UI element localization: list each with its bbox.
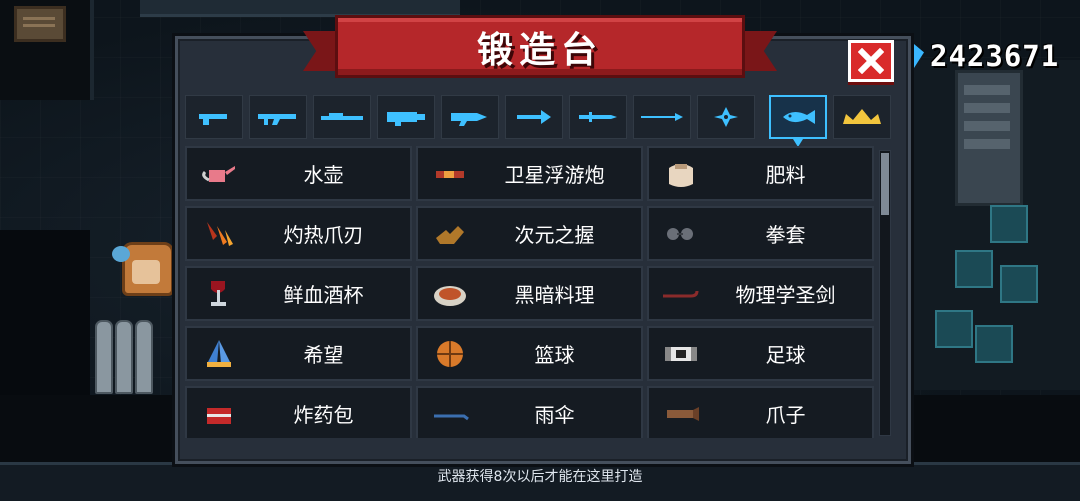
wall-painting — [14, 6, 66, 42]
list-item[interactable]: 希望 — [185, 326, 412, 381]
umbrella-icon — [434, 414, 469, 421]
cannon-icon — [387, 112, 425, 126]
list-item[interactable]: 黑暗料理 — [416, 266, 643, 321]
coin-value: 2423671 — [930, 39, 1060, 73]
title-banner: 锻造台 — [303, 15, 777, 78]
fish-icon — [783, 110, 815, 124]
tab-fish[interactable] — [769, 95, 827, 147]
list-item[interactable]: 次元之握 — [416, 206, 643, 261]
background-crate — [975, 325, 1013, 363]
claw-icon — [667, 407, 699, 421]
gas-tanks — [95, 300, 165, 394]
list-item[interactable]: 拳套 — [647, 206, 874, 261]
praying-hands-icon — [207, 340, 231, 367]
close-button[interactable] — [848, 40, 894, 82]
list-item[interactable]: 爪子 — [647, 386, 874, 438]
basketball-icon — [437, 341, 463, 367]
tab-blaster[interactable] — [441, 95, 499, 139]
scrollbar-thumb[interactable] — [881, 153, 889, 215]
blade-icon — [579, 112, 617, 122]
background-crate — [935, 310, 973, 348]
list-item[interactable]: 炸药包 — [185, 386, 412, 438]
list-item[interactable]: 水壶 — [185, 146, 412, 201]
grip-hand-icon — [436, 226, 464, 244]
list-item[interactable]: 足球 — [647, 326, 874, 381]
list-item[interactable]: 雨伞 — [416, 386, 643, 438]
weapon-list: 水壶 卫星浮游炮 肥料 灼热爪刃 次元之握 拳套 鲜血酒杯 黑暗料理 物理学圣剑… — [185, 146, 875, 438]
tab-shuriken[interactable] — [697, 95, 755, 139]
tab-pistol[interactable] — [185, 95, 243, 139]
satellite-cannon-icon — [436, 171, 464, 178]
list-item[interactable]: 肥料 — [647, 146, 874, 201]
tab-sniper-rifle[interactable] — [313, 95, 371, 139]
assault-rifle-icon — [258, 114, 296, 125]
crowbar-icon — [663, 290, 699, 298]
player-character — [112, 238, 176, 296]
list-item[interactable]: 卫星浮游炮 — [416, 146, 643, 201]
page-title: 锻造台 — [476, 29, 603, 71]
list-item[interactable]: 物理学圣剑 — [647, 266, 874, 321]
pistol-icon — [199, 114, 227, 125]
tab-spear[interactable] — [633, 95, 691, 139]
background-wall — [0, 0, 94, 100]
tab-cannon[interactable] — [377, 95, 435, 139]
fertilizer-bag-icon — [669, 164, 693, 187]
gauntlet-icon — [667, 228, 693, 240]
background-shadow — [0, 230, 90, 400]
spear-icon — [641, 113, 683, 121]
blaster-icon — [451, 113, 487, 126]
coin-counter: 2423671 — [904, 36, 1059, 76]
tab-assault-rifle[interactable] — [249, 95, 307, 139]
watering-can-icon — [202, 166, 235, 182]
hint-text: 武器获得8次以后才能在这里打造 — [437, 469, 643, 485]
background-crate — [955, 250, 993, 288]
list-scrollbar[interactable] — [879, 150, 891, 436]
category-tabs — [185, 95, 897, 147]
dynamite-icon — [207, 408, 231, 424]
tab-arrow[interactable] — [505, 95, 563, 139]
tab-blade[interactable] — [569, 95, 627, 139]
list-item[interactable]: 篮球 — [416, 326, 643, 381]
shuriken-icon — [714, 107, 738, 127]
list-item[interactable]: 鲜血酒杯 — [185, 266, 412, 321]
close-icon — [858, 48, 884, 74]
list-item[interactable]: 灼热爪刃 — [185, 206, 412, 261]
wine-glass-icon — [211, 281, 226, 306]
background-crate — [1000, 265, 1038, 303]
claw-blade-icon — [207, 222, 233, 246]
background-machine — [955, 70, 1023, 206]
dark-cuisine-icon — [434, 286, 466, 306]
sniper-rifle-icon — [321, 113, 363, 120]
background-crate — [990, 205, 1028, 243]
crown-icon — [843, 109, 881, 124]
tab-crown[interactable] — [833, 95, 891, 139]
soccer-ball-icon — [665, 347, 697, 361]
arrow-icon — [517, 110, 551, 124]
